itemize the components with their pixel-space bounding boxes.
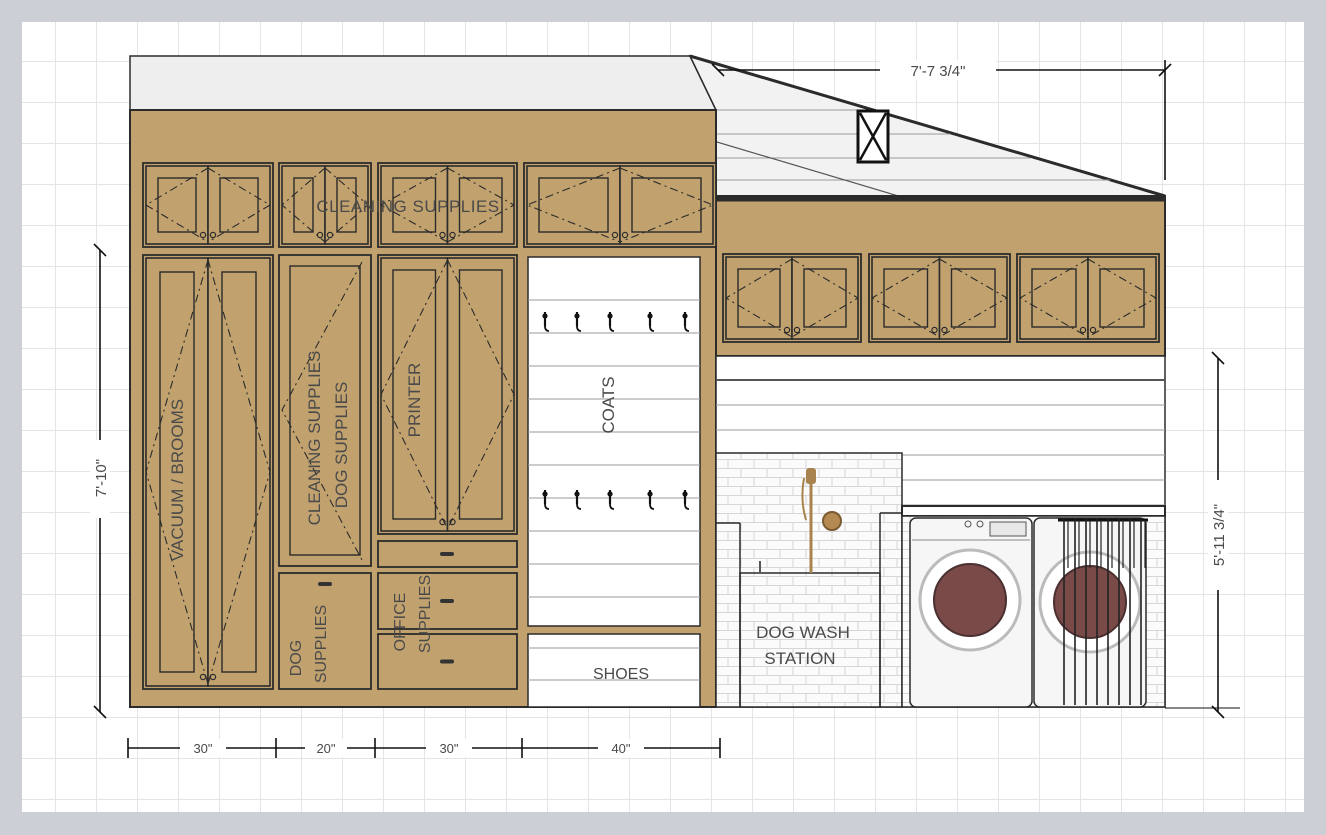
dim-left-height: 7'-10" [93, 459, 110, 497]
label-printer: PRINTER [405, 363, 424, 438]
label-cleaning-supplies: CLEANING SUPPLIES [305, 351, 324, 526]
ceiling-soffit [129, 55, 718, 111]
coat-area [527, 256, 701, 627]
label-upper-cabinets: CLEANING SUPPLIES [316, 197, 499, 216]
label-dog-supplies-line2: SUPPLIES [313, 605, 330, 683]
drawer-pull-icon [440, 552, 454, 556]
dim-top-width: 7'-7 3/4" [911, 63, 966, 80]
label-shoes: SHOES [593, 666, 649, 683]
label-vacuum-brooms: VACUUM / BROOMS [168, 399, 187, 561]
washer-icon [909, 517, 1033, 708]
dim-right-height: 5'-11 3/4" [1211, 504, 1228, 566]
label-dog-wash-line1: DOG WASH [756, 623, 850, 642]
label-office-supplies-line1: OFFICE [392, 593, 409, 652]
dim-segment-2: 20" [316, 741, 335, 756]
label-dog-wash-line2: STATION [764, 649, 835, 668]
label-dog-supplies-line1: DOG [288, 640, 305, 676]
drawer-pull-icon [318, 582, 332, 586]
label-dog-supplies-tall: DOG SUPPLIES [332, 382, 351, 509]
dim-segment-4: 40" [611, 741, 630, 756]
drawer-pull-icon [440, 599, 454, 603]
drawer-pull-icon [440, 659, 454, 664]
elevation-drawing: 7'-7 3/4" 7'-10" 5'-11 3/4" 30" 20" 30" … [90, 54, 1240, 758]
laundry-counter [901, 505, 1166, 517]
dim-segment-1: 30" [193, 741, 212, 756]
label-coats: COATS [599, 376, 618, 433]
label-office-supplies-line2: SUPPLIES [417, 575, 434, 653]
dim-segment-3: 30" [439, 741, 458, 756]
ceiling-vent-icon [856, 109, 890, 164]
upper-cabinets-right [722, 253, 1160, 343]
